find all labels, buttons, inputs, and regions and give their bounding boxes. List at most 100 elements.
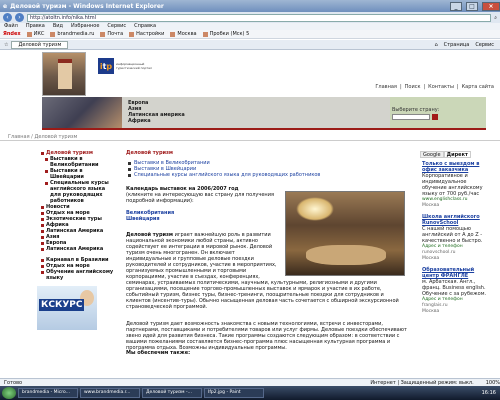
sitemap-link[interactable]: Карта сайта	[462, 84, 494, 90]
task-item[interactable]: brandmedia - Micro...	[18, 388, 78, 398]
ad-block: Только с выездом в офис заказчика Корпора…	[422, 161, 490, 209]
start-button[interactable]	[2, 387, 16, 399]
yandex-toolbar: Яndex ИКС brandmedia.ru Почта Настройки …	[0, 30, 500, 39]
tab-active[interactable]: Деловой туризм	[11, 40, 69, 49]
menu-view[interactable]: Вид	[53, 23, 63, 30]
toolbar-item-label: brandmedia.ru	[57, 31, 95, 37]
tab-direct[interactable]: Директ	[443, 151, 471, 158]
close-button[interactable]: ×	[482, 1, 500, 11]
ad-title[interactable]: Только с выездом в офис заказчика	[422, 161, 490, 173]
toolbar-item-label: Москва	[177, 31, 197, 37]
country-label: Выберите страну:	[392, 107, 440, 113]
country-go-button[interactable]	[432, 114, 438, 120]
menu-favorites[interactable]: Избранное	[71, 23, 99, 30]
toolbar-item-label: Почта	[107, 31, 124, 37]
task-item[interactable]: www.brandmedia.r...	[80, 388, 140, 398]
iks-icon	[26, 31, 32, 37]
mail-icon	[100, 31, 106, 37]
banner-photo	[42, 97, 122, 130]
ad-text: м. Арбатская. Англ., франц. Business eng…	[422, 279, 487, 297]
task-item[interactable]: Ifp2.jpg - Paint	[204, 388, 264, 398]
yandex-logo[interactable]: Яndex	[3, 31, 21, 37]
tools-menu[interactable]: Сервис	[475, 42, 494, 48]
page-menu[interactable]: Страница	[444, 42, 470, 48]
window-titlebar: e Деловой туризм - Windows Internet Expl…	[0, 0, 500, 12]
sidebar-item[interactable]: Обучение английскому языку	[40, 269, 116, 281]
chandelier-shape	[296, 197, 334, 221]
table-shape	[306, 245, 386, 265]
traffic-icon	[202, 31, 208, 37]
ad-text: КСКУРС	[39, 299, 85, 311]
sidebar-item[interactable]: Латинская Америка	[40, 246, 116, 252]
home-link[interactable]: Главная	[375, 84, 397, 90]
paragraph-2: семинарах, устраиваемых политическими, н…	[126, 280, 399, 310]
toolbar-item-mail[interactable]: Почта	[100, 31, 123, 37]
sidebar-item[interactable]: Специальные курсы английского языка для …	[40, 180, 116, 204]
window-title: Деловой туризм - Windows Internet Explor…	[10, 2, 164, 10]
toolbar-item-brandmedia[interactable]: brandmedia.ru	[50, 31, 94, 37]
menu-edit[interactable]: Правка	[26, 23, 45, 30]
back-arrow-icon[interactable]: ‹	[3, 13, 12, 22]
separator: |	[399, 84, 402, 90]
ad-title[interactable]: Школа английского RunovSchool	[422, 214, 490, 226]
command-bar: ⌂ Страница Сервис	[434, 42, 500, 48]
paragraph-3: Деловой туризм дает возможность знакомст…	[126, 321, 407, 351]
clock: 16:16	[481, 390, 496, 396]
tab-row: ☆ Деловой туризм ⌂ Страница Сервис	[0, 40, 500, 50]
contacts-link[interactable]: Контакты	[428, 84, 454, 90]
right-ads: Только с выездом в офис заказчика Корпора…	[422, 161, 490, 320]
menu-tools[interactable]: Сервис	[107, 23, 126, 30]
header-links: Главная | Поиск | Контакты | Карта сайта	[375, 84, 494, 90]
minimize-button[interactable]: _	[450, 1, 462, 11]
region-africa[interactable]: Африка	[128, 118, 185, 124]
ad-text: С нашей помощью английский от А до Z - к…	[422, 226, 483, 244]
menu-bar: Файл Правка Вид Избранное Сервис Справка	[0, 23, 500, 30]
weather-icon	[170, 31, 176, 37]
tab-google[interactable]: Google	[420, 151, 444, 158]
address-bar: ‹ › http://atoltn.info/nika.html ⌕	[0, 12, 500, 23]
zoom-level[interactable]: 100%	[486, 380, 500, 386]
country-select[interactable]	[392, 114, 430, 120]
taskbar: brandmedia - Micro... www.brandmedia.r..…	[0, 386, 500, 400]
separator: |	[456, 84, 459, 90]
menu-file[interactable]: Файл	[4, 23, 18, 30]
ad-block: Образовательный центр ФРАНГЛЕ м. Арбатска…	[422, 267, 490, 315]
search-icon[interactable]: ⌕	[494, 15, 497, 21]
search-link[interactable]: Поиск	[405, 84, 421, 90]
menu-help[interactable]: Справка	[134, 23, 156, 30]
sidebar-ad-banner[interactable]: КСКУРС	[37, 286, 97, 330]
header-photo	[42, 52, 86, 96]
paragraph-4: Мы обеспечим также:	[126, 350, 191, 356]
paragraph-1: Деловой туризм играет важнейшую роль в р…	[126, 232, 281, 280]
sidebar-nav: Деловой туризм Выставки в Великобритании В…	[40, 150, 116, 252]
gear-icon	[129, 31, 135, 37]
ad-text: Корпоративное и индивидуальное обучение …	[422, 173, 483, 197]
sidebar-item[interactable]: Выставки в Великобритании	[40, 156, 116, 168]
toolbar-item-weather[interactable]: Москва	[170, 31, 197, 37]
sidebar-item[interactable]: Выставки в Швейцарии	[40, 168, 116, 180]
task-item[interactable]: Деловой туризм -...	[142, 388, 202, 398]
maximize-button[interactable]: □	[466, 1, 478, 11]
forward-arrow-icon[interactable]: ›	[15, 13, 24, 22]
link-english-courses[interactable]: Специальные курсы английского языка для …	[126, 172, 408, 178]
conference-photo	[285, 191, 405, 276]
status-text: Готово	[4, 379, 23, 386]
toolbar-item-label: Пробки (Мск) 5	[209, 31, 250, 37]
separator: |	[423, 84, 426, 90]
favorites-star-icon[interactable]: ☆	[4, 42, 8, 48]
url-field[interactable]: http://atoltn.info/nika.html	[27, 13, 492, 22]
security-zone: Интернет | Защищенный режим: выкл.	[370, 379, 474, 386]
site-logo[interactable]: itp	[98, 58, 114, 74]
logo-letter-p: p	[106, 61, 113, 71]
toolbar-item-traffic[interactable]: Пробки (Мск) 5	[202, 31, 250, 37]
ad-title[interactable]: Образовательный центр ФРАНГЛЕ	[422, 267, 490, 279]
ad-block: Школа английского RunovSchool С нашей пом…	[422, 214, 490, 262]
toolbar-item-settings[interactable]: Настройки	[129, 31, 164, 37]
page-title: Деловой туризм	[126, 150, 174, 156]
home-icon[interactable]: ⌂	[434, 42, 437, 48]
para1-text: играет важнейшую роль в развитии национа…	[126, 232, 277, 280]
calendar-note: (кликните на интересующую вас страну для…	[126, 192, 274, 204]
ad-meta: Москва	[422, 256, 440, 261]
logo-caption: информационный туристический портал	[116, 62, 152, 70]
toolbar-item-iks[interactable]: ИКС	[26, 31, 44, 37]
